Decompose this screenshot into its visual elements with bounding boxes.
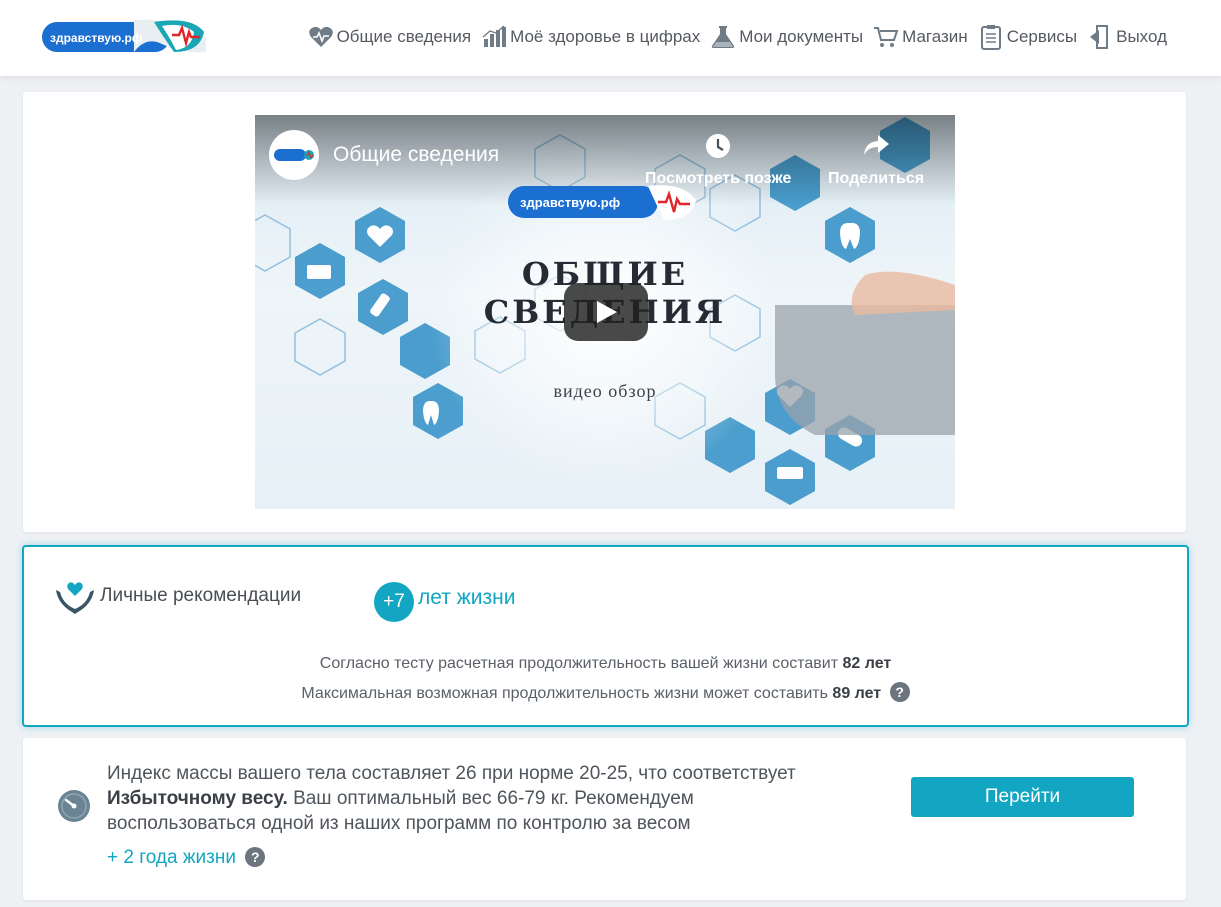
hands-heart-icon [54,580,96,616]
nav-item-my-documents[interactable]: Мои документы [710,24,863,50]
nav-item-shop[interactable]: Магазин [873,24,968,50]
life-expectancy-line: Согласно тесту расчетная продолжительнос… [24,655,1187,673]
share-arrow-icon [828,133,924,164]
play-icon [597,301,617,323]
nav-item-general-info[interactable]: Общие сведения [308,24,472,50]
bmi-category: Избыточному весу. [107,788,288,809]
nav-label: Моё здоровье в цифрах [510,27,701,46]
video-card: Общие сведения Посмотреть позже Поделить… [23,92,1186,532]
nav-label: Выход [1116,27,1167,46]
bmi-years-gain: + 2 года жизни ? [107,847,266,869]
top-header: здравствую.рф Общие сведения Моё здоровь… [0,0,1221,76]
recommendations-title: Личные рекомендации [100,585,302,606]
max-life-expectancy-text: Максимальная возможная продолжительность… [301,685,828,702]
plus-years-badge: +7 [374,582,414,622]
nav-label: Общие сведения [336,27,472,46]
heart-icon [308,24,334,50]
exit-icon [1087,24,1113,50]
video-logo: здравствую.рф [508,182,698,222]
flask-icon [710,24,736,50]
bmi-description: Индекс массы вашего тела составляет 26 п… [107,761,847,836]
bmi-card: Индекс массы вашего тела составляет 26 п… [23,738,1186,900]
bar-chart-icon [481,24,507,50]
gauge-icon [57,789,91,823]
life-expectancy-text: Согласно тесту расчетная продолжительнос… [319,655,839,672]
logo-text: здравствую.рф [50,31,143,45]
nav-label: Сервисы [1006,27,1078,46]
plus-years-label[interactable]: лет жизни [418,586,515,610]
recommendations-card: Личные рекомендации +7 лет жизни Согласн… [22,545,1189,727]
clock-icon [645,133,791,164]
video-player[interactable]: Общие сведения Посмотреть позже Поделить… [255,115,955,509]
channel-avatar[interactable] [269,130,319,180]
video-logo-text: здравствую.рф [520,195,620,210]
max-life-expectancy-line: Максимальная возможная продолжительность… [24,682,1187,703]
site-logo[interactable]: здравствую.рф [42,18,206,56]
nav-item-services[interactable]: Сервисы [978,24,1077,50]
nav-item-health-numbers[interactable]: Моё здоровье в цифрах [481,24,700,50]
share-label: Поделиться [828,170,925,187]
bmi-years-label[interactable]: + 2 года жизни [107,847,236,868]
main-nav: Общие сведения Моё здоровье в цифрах Мои… [298,22,1167,52]
life-expectancy-value: 82 лет [842,655,892,672]
watch-later-button[interactable]: Посмотреть позже [645,133,791,188]
share-button[interactable]: Поделиться [828,133,924,188]
video-title[interactable]: Общие сведения [333,143,499,167]
nav-label: Магазин [902,27,968,46]
go-button[interactable]: Перейти [911,777,1134,817]
clipboard-icon [978,24,1004,50]
help-icon[interactable]: ? [889,682,910,702]
video-subtitle: видео обзор [553,381,657,401]
nav-label: Мои документы [739,27,864,46]
max-life-expectancy-value: 89 лет [832,685,882,702]
nav-item-logout[interactable]: Выход [1087,24,1167,50]
bmi-text-before: Индекс массы вашего тела составляет 26 п… [107,763,796,784]
play-button[interactable] [564,283,648,341]
help-icon[interactable]: ? [245,847,266,867]
cart-icon [873,24,899,50]
